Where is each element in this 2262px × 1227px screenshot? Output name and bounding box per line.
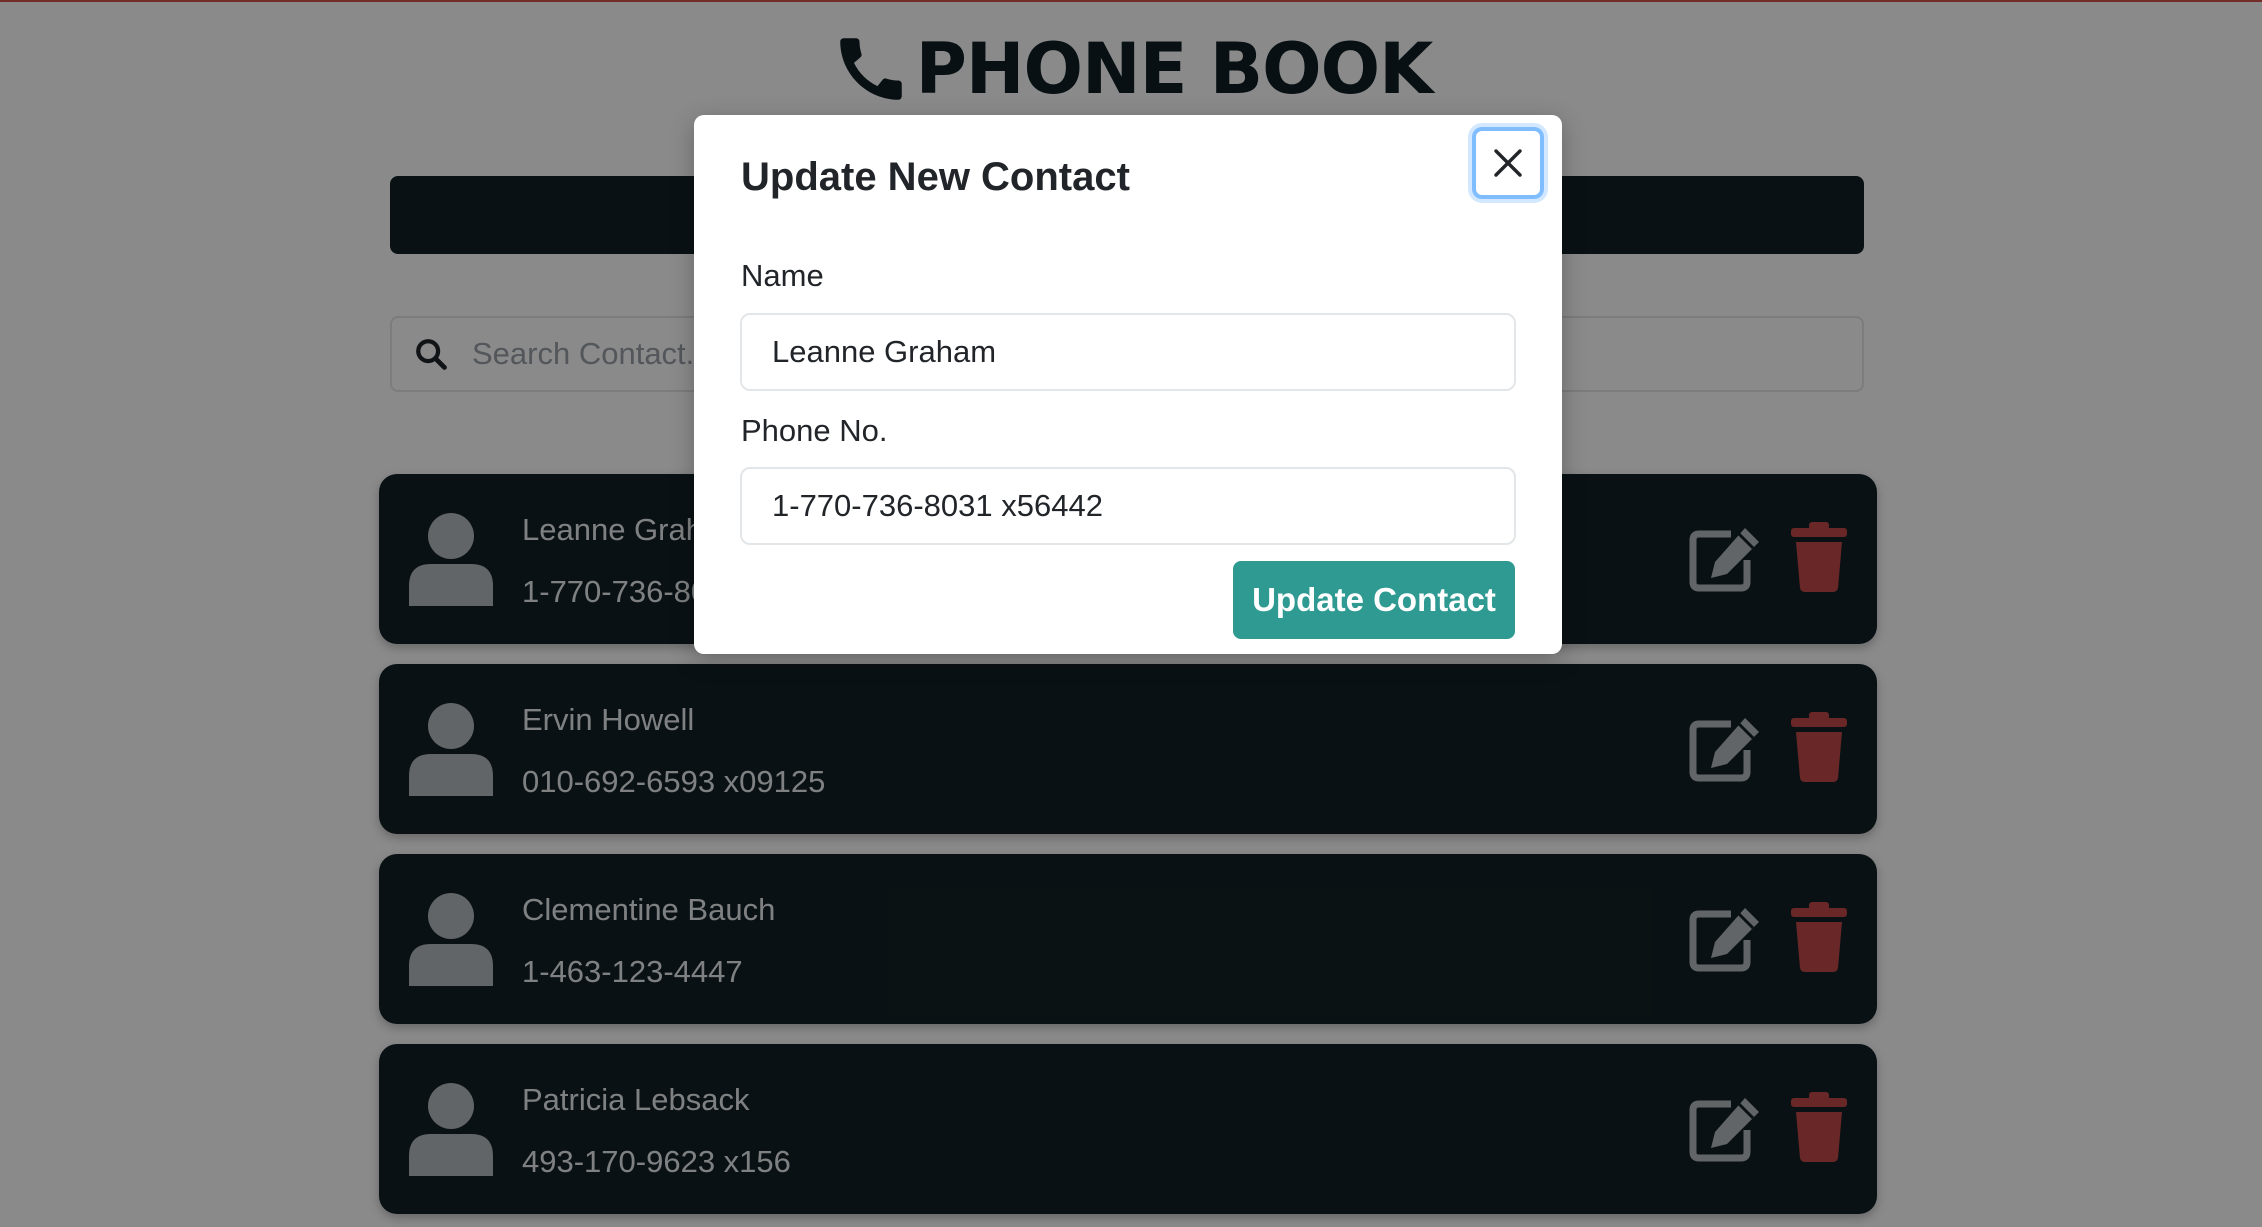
close-button[interactable]	[1472, 127, 1544, 199]
close-icon	[1494, 149, 1522, 177]
modal-title: Update New Contact	[741, 155, 1130, 199]
phone-label: Phone No.	[741, 413, 888, 448]
name-input[interactable]	[740, 313, 1516, 391]
update-contact-button[interactable]: Update Contact	[1233, 561, 1515, 639]
phone-input[interactable]	[740, 467, 1516, 545]
update-contact-modal: Update New Contact Name Phone No. Update…	[694, 115, 1562, 654]
name-label: Name	[741, 258, 824, 293]
